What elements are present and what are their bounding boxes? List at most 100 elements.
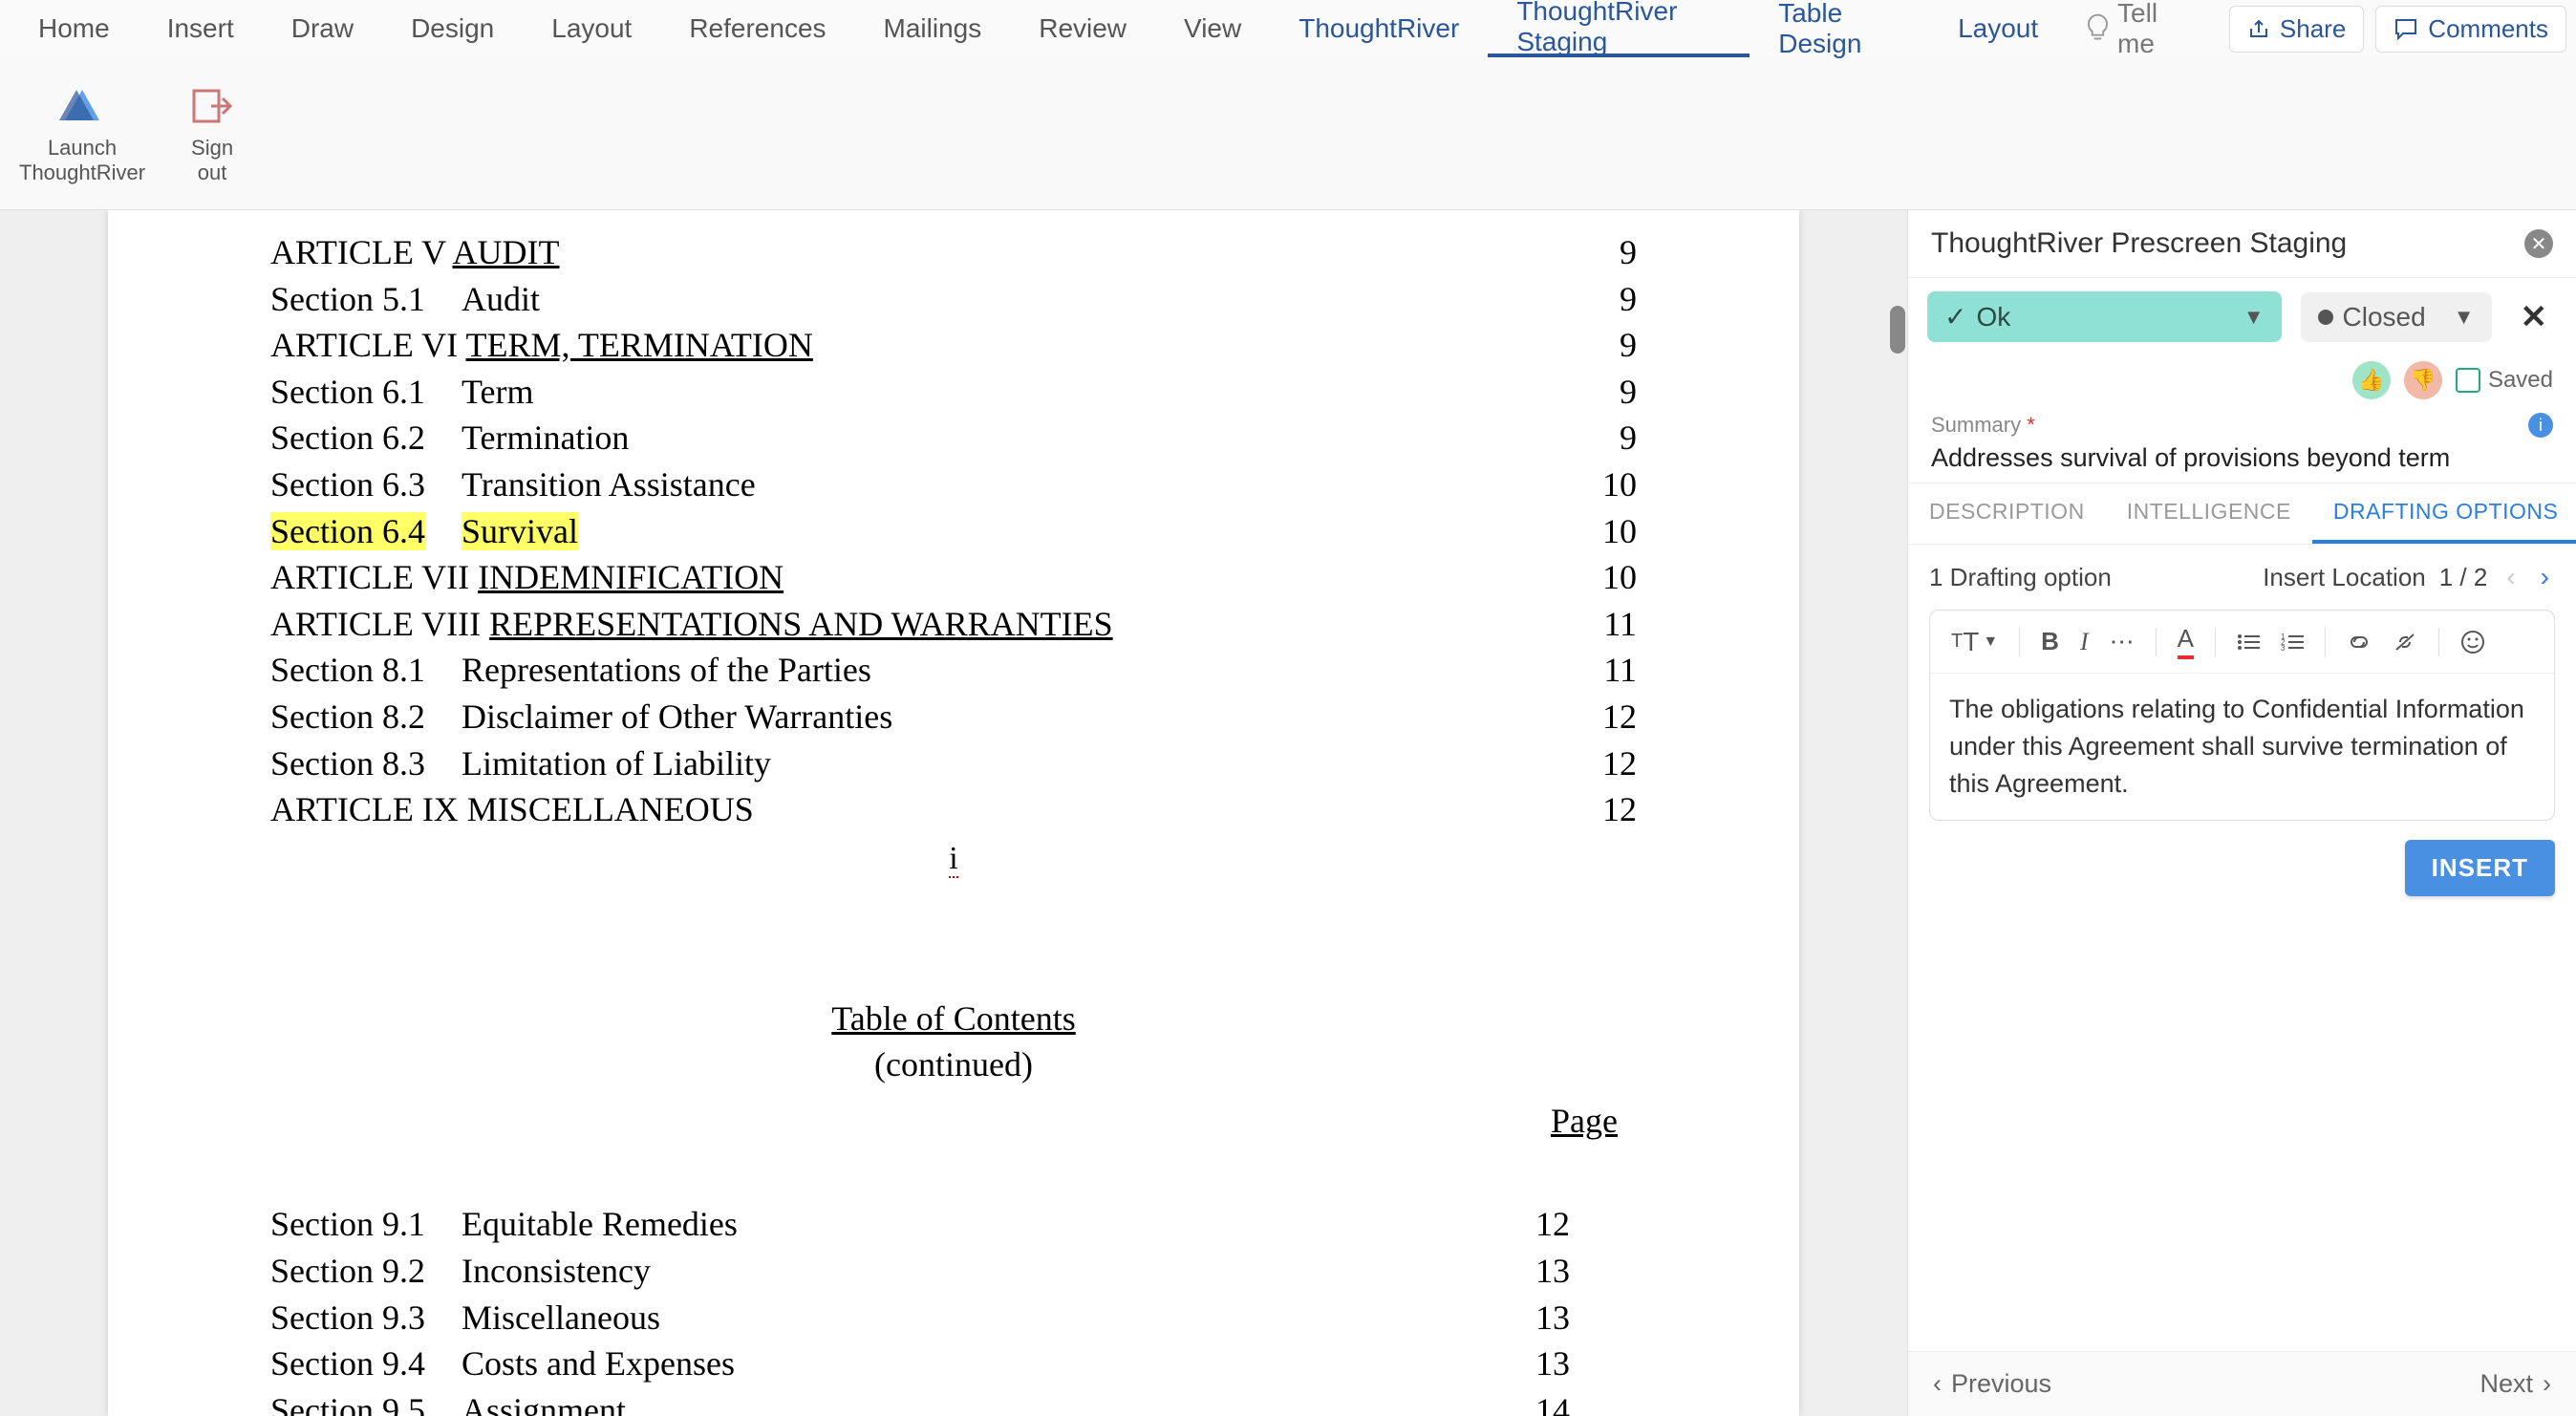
text-size-button[interactable]: TT ▼ (1943, 623, 2006, 661)
scrollbar-thumb[interactable] (1890, 306, 1905, 354)
next-button[interactable]: Next › (2479, 1369, 2551, 1399)
summary-block: Summary * i Addresses survival of provis… (1908, 413, 2576, 483)
text-size-icon: T (1951, 631, 1963, 653)
ribbon-toolbar: Launch ThoughtRiver Sign out (0, 57, 2576, 210)
panel-footer: ‹ Previous Next › (1908, 1351, 2576, 1416)
thumbs-up-button[interactable]: 👍 (2352, 361, 2391, 399)
document-page: ARTICLE V AUDIT9Section 5.1Audit9ARTICLE… (108, 210, 1799, 1416)
ribbon-tab-thoughtriver-staging[interactable]: ThoughtRiver Staging (1488, 0, 1750, 57)
document-viewport[interactable]: ARTICLE V AUDIT9Section 5.1Audit9ARTICLE… (0, 210, 1907, 1416)
toc-row: ARTICLE IX MISCELLANEOUS12 (270, 786, 1637, 833)
main-area: ARTICLE V AUDIT9Section 5.1Audit9ARTICLE… (0, 210, 2576, 1416)
toc-row: ARTICLE VII INDEMNIFICATION10 (270, 554, 1637, 601)
status-closed-dropdown[interactable]: Closed ▼ (2301, 292, 2492, 342)
check-icon: ✓ (1944, 301, 1966, 333)
ribbon-tab-home[interactable]: Home (10, 0, 139, 57)
text-size-icon-big: T (1963, 627, 1979, 657)
save-icon (2456, 368, 2480, 393)
tell-me-label: Tell me (2117, 0, 2199, 59)
ribbon-tab-view[interactable]: View (1155, 0, 1270, 57)
toc-row: Section 6.3Transition Assistance10 (270, 461, 1637, 508)
launch-thoughtriver-button[interactable]: Launch ThoughtRiver (19, 82, 145, 185)
more-format-button[interactable]: ⋯ (2102, 623, 2142, 660)
status-ok-dropdown[interactable]: ✓Ok ▼ (1927, 291, 2282, 342)
toc-row: Section 8.1Representations of the Partie… (270, 647, 1637, 694)
chevron-down-icon: ▼ (2243, 305, 2265, 330)
toc-row: Section 9.3Miscellaneous13 (270, 1295, 1637, 1341)
insert-button[interactable]: INSERT (2405, 840, 2555, 896)
unlink-button[interactable] (2385, 629, 2425, 655)
toc-row: Section 8.3Limitation of Liability12 (270, 740, 1637, 787)
bold-button[interactable]: B (2033, 623, 2067, 660)
ribbon-tab-insert[interactable]: Insert (139, 0, 263, 57)
link-icon (2347, 633, 2372, 652)
comments-button[interactable]: Comments (2375, 6, 2566, 53)
svg-text:3: 3 (2281, 644, 2286, 652)
toc-row: ARTICLE VIII REPRESENTATIONS AND WARRANT… (270, 601, 1637, 648)
chevron-down-icon: ▼ (1983, 633, 1998, 651)
status-row: ✓Ok ▼ Closed ▼ ✕ (1908, 278, 2576, 355)
toc-continued: (continued) (270, 1041, 1637, 1088)
subtab-intelligence[interactable]: INTELLIGENCE (2106, 483, 2312, 544)
insert-location-control: Insert Location 1 / 2 ‹ › (2263, 562, 2555, 592)
toc-row: Section 9.5Assignment14 (270, 1387, 1637, 1416)
toc-row: Section 6.2Termination9 (270, 415, 1637, 461)
toc-row: ARTICLE V AUDIT9 (270, 229, 1637, 276)
toc-row: ARTICLE VI TERM, TERMINATION9 (270, 322, 1637, 369)
thumbs-down-button[interactable]: 👎 (2404, 361, 2442, 399)
panel-subtabs: DESCRIPTIONINTELLIGENCEDRAFTING OPTIONS (1908, 483, 2576, 545)
info-icon[interactable]: i (2528, 413, 2553, 438)
panel-header: ThoughtRiver Prescreen Staging ✕ (1908, 210, 2576, 278)
ribbon-tab-layout[interactable]: Layout (1929, 0, 2067, 57)
drafting-info-row: 1 Drafting option Insert Location 1 / 2 … (1929, 562, 2555, 592)
editor-toolbar: TT ▼ B I ⋯ A 123 (1930, 611, 2554, 674)
ribbon-tab-layout[interactable]: Layout (523, 0, 660, 57)
toc-row: Section 9.4Costs and Expenses13 (270, 1341, 1637, 1387)
drafting-body: 1 Drafting option Insert Location 1 / 2 … (1908, 545, 2576, 1351)
text-color-button[interactable]: A (2170, 620, 2201, 663)
ribbon-tab-references[interactable]: References (660, 0, 854, 57)
close-issue-button[interactable]: ✕ (2511, 298, 2558, 336)
summary-label: Summary * i (1931, 413, 2553, 438)
chevron-left-icon: ‹ (1933, 1369, 1942, 1399)
thoughtriver-logo-icon (54, 82, 111, 130)
link-button[interactable] (2339, 629, 2379, 655)
share-icon (2247, 17, 2270, 40)
subtab-description[interactable]: DESCRIPTION (1908, 483, 2106, 544)
location-next-button[interactable]: › (2535, 562, 2555, 592)
ribbon-tab-review[interactable]: Review (1010, 0, 1155, 57)
panel-close-button[interactable]: ✕ (2524, 229, 2553, 258)
toc-row: Section 9.2Inconsistency13 (270, 1248, 1637, 1295)
bullet-list-button[interactable] (2229, 629, 2267, 655)
ribbon-tab-design[interactable]: Design (382, 0, 523, 57)
saved-indicator: Saved (2456, 367, 2553, 394)
toc-heading-block: Table of Contents (continued) (270, 996, 1637, 1088)
thumbs-down-icon: 👎 (2410, 368, 2436, 393)
italic-button[interactable]: I (2072, 624, 2096, 660)
subtab-drafting-options[interactable]: DRAFTING OPTIONS (2312, 483, 2576, 544)
number-list-button[interactable]: 123 (2273, 629, 2311, 655)
drafting-editor: TT ▼ B I ⋯ A 123 The obligations r (1929, 610, 2555, 821)
sign-out-button[interactable]: Sign out (183, 82, 241, 185)
bullet-list-icon (2237, 633, 2260, 652)
ribbon-tab-thoughtriver[interactable]: ThoughtRiver (1270, 0, 1488, 57)
thoughtriver-panel: ThoughtRiver Prescreen Staging ✕ ✓Ok ▼ C… (1907, 210, 2576, 1416)
ribbon-tab-draw[interactable]: Draw (263, 0, 382, 57)
toc-page-label: Page (270, 1098, 1637, 1145)
location-prev-button[interactable]: ‹ (2501, 562, 2521, 592)
editor-textarea[interactable]: The obligations relating to Confidential… (1930, 674, 2554, 820)
share-button[interactable]: Share (2229, 6, 2364, 53)
toc-row: Section 9.1Equitable Remedies12 (270, 1201, 1637, 1248)
ribbon-tab-table-design[interactable]: Table Design (1750, 0, 1929, 57)
tell-me[interactable]: Tell me (2067, 0, 2218, 59)
summary-text[interactable]: Addresses survival of provisions beyond … (1931, 443, 2553, 473)
feedback-row: 👍 👎 Saved (1908, 355, 2576, 413)
emoji-button[interactable] (2453, 626, 2493, 658)
ribbon-tab-mailings[interactable]: Mailings (855, 0, 1011, 57)
drafting-count: 1 Drafting option (1929, 563, 2112, 592)
previous-button[interactable]: ‹ Previous (1933, 1369, 2051, 1399)
chevron-right-icon: › (2543, 1369, 2551, 1399)
toc-heading: Table of Contents (270, 996, 1637, 1042)
panel-title: ThoughtRiver Prescreen Staging (1931, 227, 2347, 260)
toc-row: Section 5.1Audit9 (270, 276, 1637, 323)
